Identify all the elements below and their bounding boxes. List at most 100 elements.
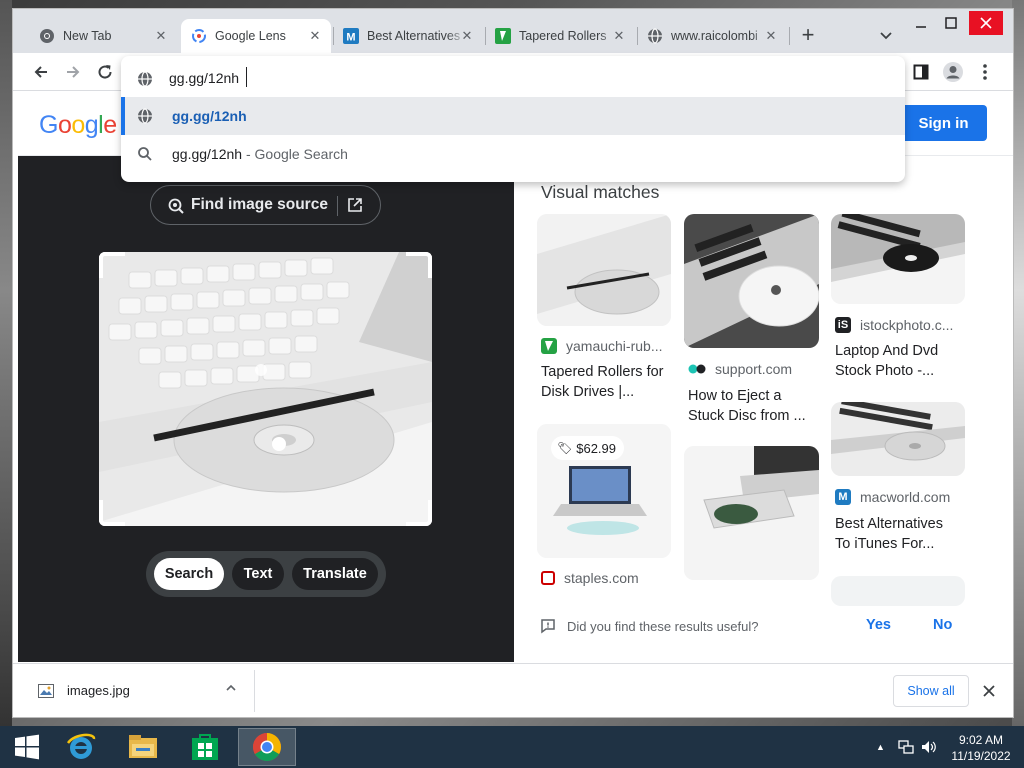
mode-text-button[interactable]: Text: [232, 558, 284, 590]
source-label: istockphoto.c...: [860, 317, 954, 333]
result-image-enclosure[interactable]: [684, 446, 819, 580]
yamauchi-icon: [495, 28, 511, 44]
forward-icon[interactable]: [61, 60, 85, 84]
tab-best-alternatives[interactable]: M Best Alternatives ✕: [333, 19, 483, 53]
internet-explorer-taskbar-icon[interactable]: [54, 728, 108, 766]
results-panel: Visual matches yamauchi-rub... Tapered R…: [514, 156, 1013, 662]
close-tab-icon[interactable]: ✕: [611, 28, 627, 44]
crop-handle-top-right[interactable]: [406, 252, 432, 278]
result-image-macworld[interactable]: [831, 402, 965, 476]
suggestion-url[interactable]: gg.gg/12nh: [121, 97, 905, 135]
query-image[interactable]: [99, 252, 432, 526]
suggestion-text: gg.gg/12nh: [172, 146, 243, 162]
tab-google-lens[interactable]: Google Lens ✕: [181, 19, 331, 53]
find-image-source-button[interactable]: Find image source: [150, 185, 381, 225]
tab-tapered-rollers[interactable]: Tapered Rollers ✕: [485, 19, 635, 53]
divider: [254, 670, 255, 712]
new-tab-button[interactable]: +: [797, 24, 819, 47]
result-source-support[interactable]: support.com: [688, 361, 792, 377]
result-image-staples[interactable]: 🏷 $62.99: [537, 424, 671, 558]
file-explorer-taskbar-icon[interactable]: [116, 728, 170, 766]
menu-kebab-icon[interactable]: [973, 60, 997, 84]
tab-new-tab[interactable]: New Tab ✕: [29, 19, 177, 53]
tab-title: Tapered Rollers: [519, 29, 607, 43]
title-line: Best Alternatives: [835, 516, 943, 532]
back-icon[interactable]: [29, 60, 53, 84]
crop-handle-bottom-left[interactable]: [99, 500, 125, 526]
desktop-edge-left: [0, 0, 12, 726]
close-tab-icon[interactable]: ✕: [307, 28, 323, 44]
mode-translate-button[interactable]: Translate: [292, 558, 378, 590]
result-title-macworld[interactable]: Best Alternatives To iTunes For...: [835, 514, 943, 554]
yamauchi-icon: [541, 338, 557, 354]
title-line: To iTunes For...: [835, 536, 935, 552]
result-source-staples[interactable]: staples.com: [541, 570, 639, 586]
system-clock[interactable]: 9:02 AM 11/19/2022: [946, 732, 1016, 764]
lens-image-panel: Find image source Search Text Translate: [18, 156, 514, 662]
download-filename: images.jpg: [67, 683, 130, 698]
download-item[interactable]: images.jpg: [13, 664, 255, 718]
maximize-icon[interactable]: [937, 11, 965, 35]
google-lens-icon: [191, 28, 207, 44]
mode-search-button[interactable]: Search: [154, 558, 224, 590]
result-image-partial[interactable]: [831, 576, 965, 606]
result-source-yamauchi[interactable]: yamauchi-rub...: [541, 338, 662, 354]
feedback-icon: [540, 618, 556, 634]
close-tab-icon[interactable]: ✕: [763, 28, 779, 44]
result-source-istock[interactable]: iS istockphoto.c...: [835, 317, 953, 333]
start-button[interactable]: [0, 728, 54, 766]
show-all-downloads-button[interactable]: Show all: [893, 675, 969, 707]
windows-taskbar: ▲ 9:02 AM 11/19/2022: [0, 726, 1024, 768]
reload-icon[interactable]: [93, 60, 117, 84]
tab-raicolombi[interactable]: www.raicolombi ✕: [637, 19, 787, 53]
suggestion-search[interactable]: gg.gg/12nh - Google Search: [121, 135, 905, 173]
selection-indicator: [121, 97, 125, 135]
crop-handle-bottom-right[interactable]: [406, 500, 432, 526]
minimize-icon[interactable]: [907, 11, 935, 35]
result-source-macworld[interactable]: M macworld.com: [835, 489, 950, 505]
price-tag-icon: 🏷: [557, 441, 573, 455]
result-image-yamauchi[interactable]: [537, 214, 671, 326]
side-panel-icon[interactable]: [909, 60, 933, 84]
source-label: staples.com: [564, 570, 639, 586]
chrome-taskbar-icon[interactable]: [238, 728, 296, 766]
result-image-istock[interactable]: [831, 214, 965, 304]
result-thumbnail: [831, 214, 965, 304]
search-icon: [137, 146, 153, 162]
tab-search-icon[interactable]: [877, 26, 895, 44]
download-bar: images.jpg Show all: [13, 663, 1013, 717]
result-image-support[interactable]: [684, 214, 819, 348]
suggestion-suffix: - Google Search: [242, 146, 348, 162]
close-window-icon[interactable]: [969, 11, 1003, 35]
chevron-up-icon[interactable]: [223, 680, 239, 696]
laptop-disc-image: [99, 252, 432, 526]
clock-date: 11/19/2022: [951, 749, 1011, 763]
volume-icon[interactable]: [920, 738, 938, 756]
title-line: Stock Photo -...: [835, 363, 935, 379]
chrome-icon: [39, 28, 55, 44]
close-download-bar-icon[interactable]: [979, 681, 999, 701]
crop-handle-top-left[interactable]: [99, 252, 125, 278]
profile-avatar-icon[interactable]: [941, 60, 965, 84]
network-icon[interactable]: [897, 738, 915, 756]
close-tab-icon[interactable]: ✕: [153, 28, 169, 44]
show-hidden-icons[interactable]: ▲: [876, 742, 885, 752]
staples-icon: [541, 571, 555, 585]
result-title-istock[interactable]: Laptop And Dvd Stock Photo -...: [835, 341, 938, 381]
sign-in-button[interactable]: Sign in: [900, 105, 987, 141]
address-bar-input[interactable]: gg.gg/12nh: [169, 70, 239, 86]
support-icon: [688, 361, 706, 377]
windows-logo-icon: [15, 734, 39, 760]
result-title-yamauchi[interactable]: Tapered Rollers for Disk Drives |...: [541, 362, 664, 402]
feedback-yes-button[interactable]: Yes: [866, 617, 891, 633]
source-label: macworld.com: [860, 489, 951, 505]
visual-matches-heading: Visual matches: [541, 182, 660, 202]
feedback-no-button[interactable]: No: [933, 617, 952, 633]
tab-title: Google Lens: [215, 29, 286, 43]
store-taskbar-icon[interactable]: [178, 728, 232, 766]
close-tab-icon[interactable]: ✕: [459, 28, 475, 44]
tab-divider: [789, 27, 790, 45]
result-title-support[interactable]: How to Eject a Stuck Disc from ...: [688, 386, 806, 426]
google-logo[interactable]: Google: [39, 111, 117, 140]
find-image-source-label: Find image source: [191, 196, 328, 213]
